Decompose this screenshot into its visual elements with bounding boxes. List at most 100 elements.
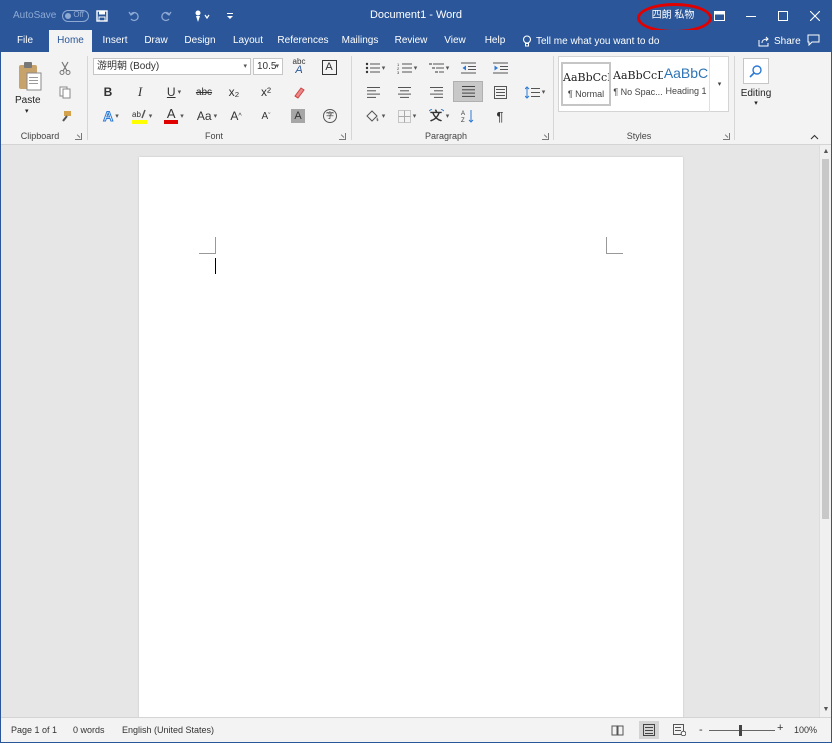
tab-design[interactable]: Design [179,30,221,52]
scroll-up-icon[interactable]: ▲ [821,147,831,157]
borders-button[interactable]: ▾ [393,106,421,126]
tab-help[interactable]: Help [479,30,511,52]
line-spacing-button[interactable]: ▾ [521,82,549,102]
style-sample: AaBbC [663,65,709,81]
zoom-slider-thumb[interactable] [739,725,742,736]
undo-icon[interactable] [123,1,145,30]
tab-layout[interactable]: Layout [227,30,269,52]
paragraph-launcher-icon[interactable] [542,133,549,140]
change-case-button[interactable]: Aa ▾ [193,106,221,126]
show-paragraph-marks-icon[interactable]: ¶ [489,106,511,126]
style-name: ¶ No Spac... [613,87,663,97]
scroll-thumb[interactable] [822,159,829,519]
tab-review[interactable]: Review [391,30,431,52]
enclose-characters-button[interactable]: 字 [319,106,341,126]
font-name-value: 游明朝 (Body) [97,61,160,72]
asian-layout-button[interactable]: 文 ▾ [425,106,453,126]
grow-font-button[interactable]: A ^ [225,106,247,126]
style-no-spacing[interactable]: AaBbCcD ¶ No Spac... [613,62,663,106]
numbering-button[interactable]: 1 2 3 ▾ [393,58,421,78]
shading-button[interactable]: ▾ [361,106,389,126]
justify-icon[interactable] [453,81,483,102]
zoom-slider-track[interactable] [709,730,775,731]
strikethrough-button[interactable]: abc [191,82,217,102]
save-icon[interactable] [91,1,113,30]
autosave-toggle[interactable]: Off [62,9,90,22]
paste-icon[interactable] [15,58,45,94]
font-size-combobox[interactable]: 10.5 ▾ [253,58,283,75]
tab-mailings[interactable]: Mailings [337,30,383,52]
style-normal[interactable]: AaBbCcD ¶ Normal [561,62,611,106]
language-indicator[interactable]: English (United States) [122,718,214,742]
character-shading-button[interactable]: A [287,106,309,126]
font-name-combobox[interactable]: 游明朝 (Body) ▾ [93,58,251,75]
phonetic-guide-icon[interactable]: abc A [288,56,310,76]
tab-insert[interactable]: Insert [97,30,133,52]
document-page[interactable] [139,157,683,729]
word-count[interactable]: 0 words [73,718,105,742]
redo-icon[interactable] [155,1,177,30]
superscript-button[interactable]: x² [255,82,277,102]
highlight-button[interactable]: ab ▾ [127,106,157,126]
clipboard-launcher-icon[interactable] [75,133,82,140]
tab-view[interactable]: View [439,30,471,52]
font-launcher-icon[interactable] [339,133,346,140]
subscript-button[interactable]: x₂ [223,82,245,102]
tell-me-box[interactable]: Tell me what you want to do [522,30,659,52]
print-layout-icon[interactable] [639,721,659,739]
autosave[interactable]: AutoSave Off [13,1,90,30]
underline-button[interactable]: U ▾ [159,82,189,102]
read-mode-icon[interactable] [607,721,627,739]
scroll-down-icon[interactable]: ▼ [821,705,831,715]
align-left-icon[interactable] [362,82,384,102]
share-button[interactable]: Share [758,30,801,52]
style-heading-1[interactable]: AaBbC Heading 1 [661,62,711,106]
tab-home[interactable]: Home [49,30,92,52]
zoom-in-button[interactable]: + [777,716,783,741]
page-count[interactable]: Page 1 of 1 [11,718,57,742]
styles-launcher-icon[interactable] [723,133,730,140]
copy-icon[interactable] [54,82,76,102]
distributed-icon[interactable] [489,82,511,102]
font-color-button[interactable]: A ▾ [159,106,189,126]
paste-options-icon[interactable]: ▾ [25,107,29,115]
zoom-out-button[interactable]: - [699,718,703,742]
close-icon[interactable] [799,1,831,30]
autosave-label: AutoSave [13,10,57,21]
touch-mode-icon[interactable] [189,1,215,30]
align-right-icon[interactable] [425,82,447,102]
character-border-icon[interactable]: A [318,57,340,77]
align-center-icon[interactable] [393,82,415,102]
tab-file[interactable]: File [9,30,41,52]
clear-formatting-icon[interactable] [287,82,309,102]
multilevel-list-button[interactable]: ▾ [425,58,453,78]
maximize-icon[interactable] [767,1,799,30]
margin-corner-top-left [199,237,216,254]
tab-references[interactable]: References [277,30,329,52]
comments-icon[interactable] [807,34,820,49]
format-painter-icon[interactable] [54,106,76,126]
ribbon-display-icon[interactable] [703,1,735,30]
shrink-font-button[interactable]: Aˇ [255,106,277,126]
paste-label[interactable]: Paste [15,95,41,106]
customize-qat-icon[interactable] [219,1,241,30]
collapse-ribbon-icon[interactable] [810,132,819,143]
tab-draw[interactable]: Draw [139,30,173,52]
zoom-level[interactable]: 100% [794,718,817,742]
vertical-scrollbar[interactable]: ▲ ▼ [819,145,831,717]
italic-button[interactable]: I [129,82,151,102]
increase-indent-icon[interactable] [489,58,511,78]
minimize-icon[interactable] [735,1,767,30]
web-layout-icon[interactable] [669,721,689,739]
bullets-button[interactable]: ▾ [361,58,389,78]
sort-icon[interactable]: AZ [457,106,479,126]
editing-button[interactable]: Editing ▾ [739,58,773,118]
bold-button[interactable]: B [97,82,119,102]
change-case-label: Aa [196,109,212,123]
user-account-name[interactable]: 四朗 私物 [641,1,705,30]
decrease-indent-icon[interactable] [457,58,479,78]
cut-icon[interactable] [54,58,76,78]
styles-more-icon[interactable]: ▾ [709,56,729,112]
text-effects-button[interactable]: A ▾ [97,106,125,126]
share-icon [758,36,769,46]
